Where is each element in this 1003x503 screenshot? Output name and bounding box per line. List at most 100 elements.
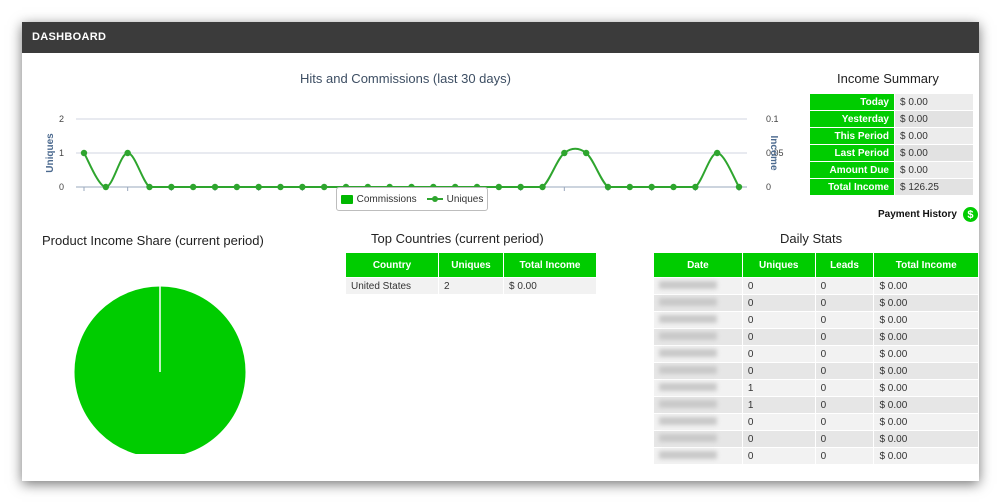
table-cell [654,312,742,328]
daily-row: 1 0 $ 0.00 [654,397,978,413]
table-cell: $ 0.00 [874,278,978,294]
uniques-point [233,183,241,191]
table-cell: 0 [815,414,874,430]
column-header[interactable]: Total Income [504,253,596,277]
redacted-date [659,450,717,459]
y2-tick-label: 0.1 [766,114,779,124]
uniques-point [211,183,219,191]
column-header[interactable]: Total Income [874,253,978,277]
table-cell: 0 [742,346,815,362]
income-label: Yesterday [810,111,894,127]
daily-row: 0 0 $ 0.00 [654,431,978,447]
y-tick-label: 1 [59,148,64,158]
table-cell: 0 [742,295,815,311]
table-cell: 0 [815,278,874,294]
uniques-swatch [426,196,443,202]
income-value: $ 0.00 [895,162,973,178]
commissions-swatch [340,194,353,204]
daily-row: 0 0 $ 0.00 [654,295,978,311]
dollar-icon: $ [962,207,978,222]
table-cell: 0 [815,448,874,464]
product-share-pie [73,285,247,454]
uniques-series-line [83,147,740,189]
income-row: Total Income $ 126.25 [810,179,973,195]
redacted-date [659,297,717,306]
hits-commissions-chart: 2100.10.050UniquesIncome8. Apr10. Apr12.… [45,114,784,192]
income-value: $ 126.25 [895,179,973,195]
table-cell: 0 [742,363,815,379]
y-axis-title: Uniques [45,133,56,173]
payment-history-link[interactable]: Payment History $ [878,207,978,222]
daily-row: 0 0 $ 0.00 [654,346,978,362]
uniques-point [713,149,721,157]
legend-commissions[interactable]: Commissions [340,193,417,205]
column-header[interactable]: Leads [815,253,874,277]
table-cell: 0 [742,431,815,447]
table-cell: $ 0.00 [874,397,978,413]
column-header[interactable]: Uniques [742,253,815,277]
dashboard-panel: DASHBOARD Hits and Commissions (last 30 … [22,22,979,481]
income-row: Last Period $ 0.00 [810,145,973,161]
uniques-point [320,183,328,191]
table-cell: 0 [742,312,815,328]
table-cell: $ 0.00 [874,414,978,430]
table-cell: 0 [815,312,874,328]
table-cell [654,278,742,294]
table-cell: 2 [439,278,503,294]
table-cell: 0 [742,278,815,294]
table-cell: 0 [815,329,874,345]
table-cell [654,397,742,413]
table-cell: $ 0.00 [874,448,978,464]
y2-tick-label: 0 [766,182,771,192]
table-cell [654,363,742,379]
income-summary-table: Today $ 0.00 Yesterday $ 0.00 This Period $ 0… [809,93,974,196]
y-tick-label: 2 [59,114,64,124]
table-cell: 0 [815,295,874,311]
redacted-date [659,314,717,323]
table-cell: $ 0.00 [874,363,978,379]
uniques-point [102,183,110,191]
uniques-point [124,149,131,157]
redacted-date [659,280,717,289]
income-row: Today $ 0.00 [810,94,973,110]
legend-uniques[interactable]: Uniques [426,193,484,205]
redacted-date [659,382,717,391]
income-label: Last Period [810,145,894,161]
uniques-point [299,183,306,191]
redacted-date [659,416,717,425]
legend-uniques-label: Uniques [446,193,484,205]
column-header[interactable]: Country [346,253,438,277]
income-value: $ 0.00 [895,128,973,144]
top-countries-table: Country Uniques Total Income United States… [345,252,597,295]
table-cell: 0 [742,448,815,464]
daily-stats-title: Daily Stats [780,231,843,246]
table-cell: 1 [742,380,815,396]
income-row: Yesterday $ 0.00 [810,111,973,127]
legend-commissions-label: Commissions [356,193,417,205]
daily-row: 0 0 $ 0.00 [654,448,978,464]
uniques-point [189,183,197,191]
uniques-point [582,149,590,157]
column-header[interactable]: Uniques [439,253,503,277]
uniques-point [626,183,634,191]
column-header[interactable]: Date [654,253,742,277]
table-cell [654,380,742,396]
daily-row: 0 0 $ 0.00 [654,329,978,345]
uniques-point [561,149,568,157]
table-cell: $ 0.00 [874,431,978,447]
redacted-date [659,433,717,442]
top-countries-title: Top Countries (current period) [371,231,544,246]
income-row: Amount Due $ 0.00 [810,162,973,178]
daily-row: 0 0 $ 0.00 [654,414,978,430]
uniques-point [648,183,655,191]
redacted-date [659,331,717,340]
country-row: United States 2 $ 0.00 [346,278,596,294]
table-cell: 0 [742,329,815,345]
income-label: This Period [810,128,894,144]
income-summary-title: Income Summary [837,71,939,86]
payment-history-label: Payment History [878,209,957,220]
table-cell: $ 0.00 [504,278,596,294]
uniques-point [692,183,699,191]
uniques-point [146,183,153,191]
table-cell: 0 [742,414,815,430]
